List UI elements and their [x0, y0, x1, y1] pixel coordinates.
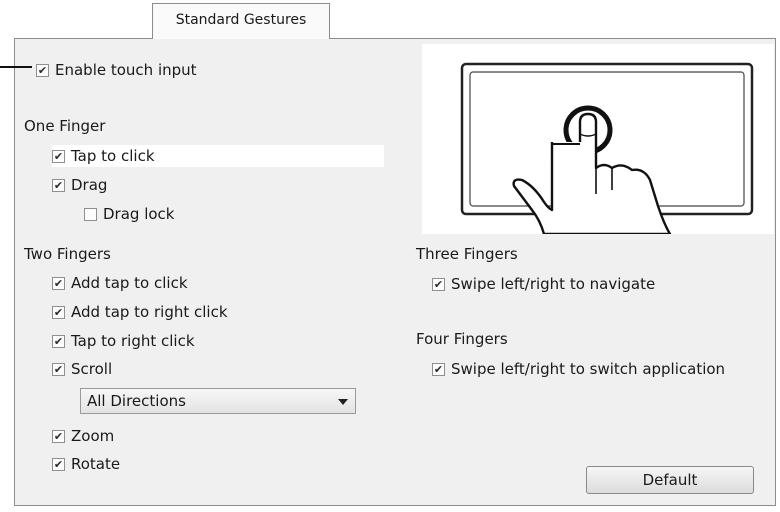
checkbox-label: Swipe left/right to navigate — [451, 275, 656, 293]
checkbox-box[interactable] — [52, 457, 65, 471]
two-fingers-heading: Two Fingers — [24, 245, 111, 263]
scroll-direction-select[interactable]: All Directions — [80, 388, 356, 414]
checkbox-box[interactable] — [52, 429, 65, 443]
add-tap-to-right-click-checkbox[interactable]: Add tap to right click — [52, 301, 228, 323]
zoom-checkbox[interactable]: Zoom — [52, 425, 114, 447]
enable-touch-input-checkbox[interactable]: Enable touch input — [36, 59, 197, 81]
one-finger-heading: One Finger — [24, 117, 106, 135]
checkbox-box[interactable] — [52, 305, 65, 319]
four-fingers-heading: Four Fingers — [416, 330, 508, 348]
checkbox-box[interactable] — [52, 149, 65, 163]
gesture-preview — [422, 44, 774, 236]
rotate-checkbox[interactable]: Rotate — [52, 453, 120, 475]
drag-lock-checkbox[interactable]: Drag lock — [84, 203, 174, 225]
checkbox-box[interactable] — [52, 334, 65, 348]
checkbox-label: Tap to click — [71, 147, 155, 165]
checkbox-box[interactable] — [432, 277, 445, 291]
tap-to-click-checkbox[interactable]: Tap to click — [52, 145, 384, 167]
default-button[interactable]: Default — [586, 466, 754, 494]
three-fingers-heading: Three Fingers — [416, 245, 518, 263]
checkbox-box[interactable] — [52, 276, 65, 290]
scroll-direction-value: All Directions — [87, 392, 186, 410]
checkbox-label: Zoom — [71, 427, 115, 445]
chevron-down-icon[interactable] — [338, 399, 348, 405]
checkbox-label: Add tap to right click — [71, 303, 228, 321]
checkbox-label: Scroll — [71, 360, 113, 378]
checkbox-box[interactable] — [52, 362, 65, 376]
checkbox-box[interactable] — [432, 362, 445, 376]
add-tap-to-click-checkbox[interactable]: Add tap to click — [52, 272, 188, 294]
checkbox-label: Drag — [71, 176, 108, 194]
checkbox-label: Enable touch input — [55, 61, 197, 79]
checkbox-label: Rotate — [71, 455, 121, 473]
touchpad-tap-gesture-icon — [460, 62, 754, 236]
scroll-checkbox[interactable]: Scroll — [52, 358, 112, 380]
checkbox-label: Add tap to click — [71, 274, 188, 292]
swipe-switch-application-checkbox[interactable]: Swipe left/right to switch application — [432, 358, 725, 380]
drag-checkbox[interactable]: Drag — [52, 174, 107, 196]
checkbox-label: Swipe left/right to switch application — [451, 360, 726, 378]
checkbox-box[interactable] — [84, 207, 97, 221]
checkbox-box[interactable] — [52, 178, 65, 192]
tap-to-right-click-checkbox[interactable]: Tap to right click — [52, 330, 195, 352]
callout-line — [0, 66, 32, 68]
tab-standard-gestures[interactable]: Standard Gestures — [152, 3, 330, 39]
checkbox-label: Drag lock — [103, 205, 175, 223]
swipe-navigate-checkbox[interactable]: Swipe left/right to navigate — [432, 273, 655, 295]
checkbox-box[interactable] — [36, 63, 49, 77]
checkbox-label: Tap to right click — [71, 332, 195, 350]
